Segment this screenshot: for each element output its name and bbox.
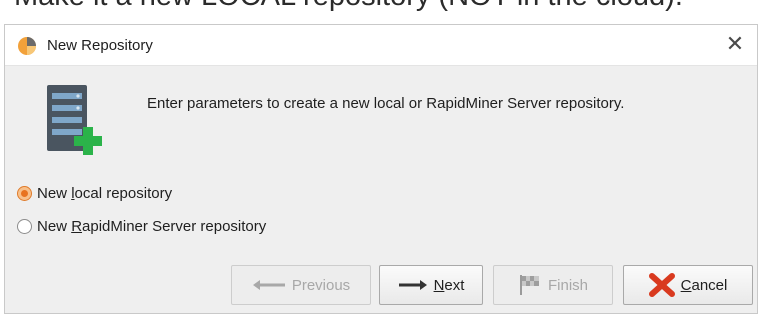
close-button[interactable]: ✕ [721,29,749,59]
flag-icon [518,274,542,296]
dialog-title: New Repository [47,37,153,54]
cancel-label: Cancel [680,276,728,294]
radio-label-server: New RapidMiner Server repository [37,217,267,235]
red-x-icon [648,273,675,297]
next-label: Next [433,276,465,294]
title-bar[interactable]: New Repository ✕ [5,25,757,66]
repository-add-icon [47,85,102,155]
radio-new-local-repository[interactable]: New local repository [17,182,172,204]
radio-label-local: New local repository [37,184,173,202]
finish-label: Finish [547,276,588,294]
radio-new-rapidminer-server-repository[interactable]: New RapidMiner Server repository [17,215,266,237]
previous-label: Previous [291,276,351,294]
radio-button-unselected[interactable] [17,218,32,234]
instruction-text: Enter parameters to create a new local o… [147,95,625,112]
page: Make it a new LOCAL repository (NOT in t… [0,0,763,318]
rapidminer-logo-icon [18,37,36,55]
previous-button[interactable]: Previous [231,265,371,305]
radio-button-selected[interactable] [17,185,32,201]
finish-button[interactable]: Finish [493,265,613,305]
cancel-button[interactable]: Cancel [623,265,753,305]
caption-text: Make it a new LOCAL repository (NOT in t… [14,0,683,13]
arrow-right-icon [398,279,428,291]
arrow-left-icon [252,279,286,291]
next-button[interactable]: Next [379,265,483,305]
new-repository-dialog: New Repository ✕ Enter parameters to cre… [4,24,758,314]
close-icon: ✕ [725,31,745,56]
